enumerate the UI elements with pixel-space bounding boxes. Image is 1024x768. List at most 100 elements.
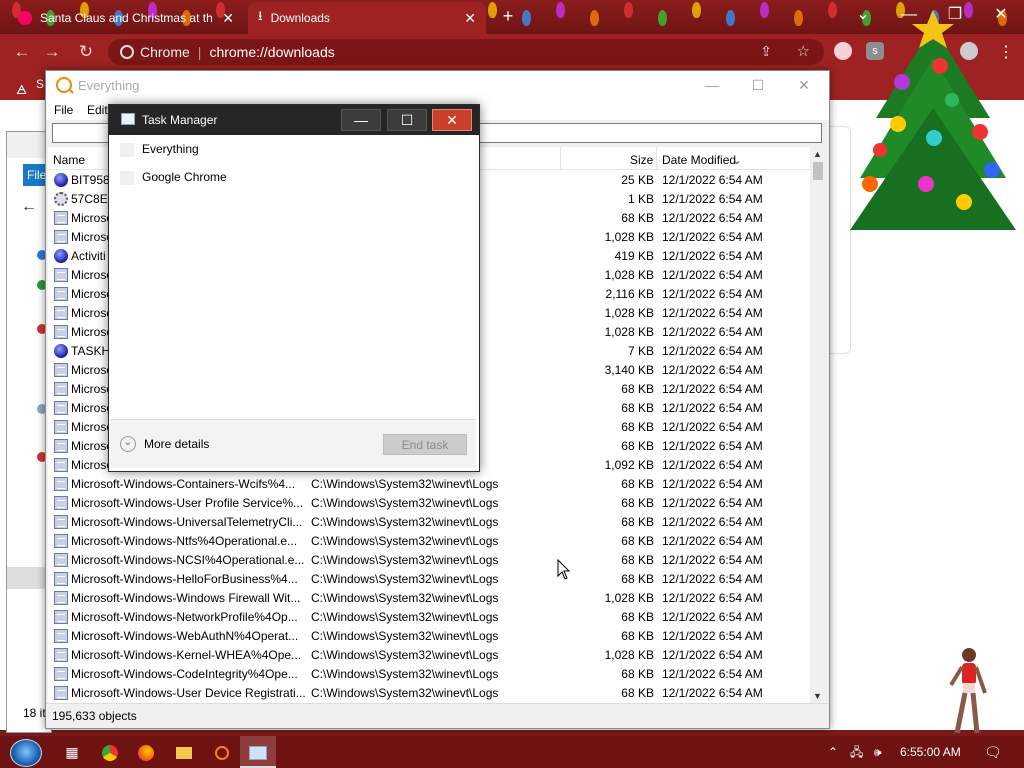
table-row[interactable]: Microsoft-Windows-WebAuthN%4Operat... C:\… <box>48 627 810 646</box>
download-icon: ⭳ <box>258 8 263 23</box>
tab-close-icon[interactable]: ✕ <box>464 10 476 27</box>
chrome-taskbar-icon[interactable] <box>92 736 128 768</box>
row-path: C:\Windows\System32\winevt\Logs <box>311 629 499 643</box>
forward-arrow-icon[interactable]: → <box>42 42 62 62</box>
row-size: 68 KB <box>621 401 654 415</box>
row-date: 12/1/2022 6:54 AM <box>662 458 763 472</box>
task-manager-taskbar-icon[interactable] <box>240 736 276 768</box>
table-row[interactable]: Microsoft-Windows-Kernel-WHEA%4Ope... C:\… <box>48 646 810 665</box>
log-file-icon <box>54 363 68 377</box>
column-name[interactable]: Name <box>53 153 85 167</box>
row-size: 7 KB <box>627 344 654 358</box>
log-file-icon <box>54 648 68 662</box>
row-size: 68 KB <box>621 610 654 624</box>
bookmark-star-icon[interactable]: ☆ <box>797 42 810 60</box>
network-icon[interactable]: 🖧 <box>850 736 863 768</box>
file-explorer-taskbar-icon[interactable] <box>166 736 202 768</box>
row-date: 12/1/2022 6:54 AM <box>662 496 763 510</box>
table-row[interactable]: Microsoft-Windows-HelloForBusiness%4... C… <box>48 570 810 589</box>
row-path: C:\Windows\System32\winevt\Logs <box>311 496 499 510</box>
row-path: C:\Windows\System32\winevt\Logs <box>311 572 499 586</box>
notifications-icon[interactable]: 🗨 <box>984 736 1002 768</box>
table-row[interactable]: Microsoft-Windows-Containers-Wcifs%4... C… <box>48 475 810 494</box>
log-file-icon <box>54 686 68 700</box>
row-date: 12/1/2022 6:54 AM <box>662 192 763 206</box>
start-button[interactable] <box>10 739 42 767</box>
menu-edit[interactable]: Edit <box>87 103 108 117</box>
firefox-taskbar-icon[interactable] <box>128 736 164 768</box>
everything-taskbar-icon[interactable] <box>204 736 240 768</box>
table-row[interactable]: Microsoft-Windows-CodeIntegrity%4Ope... C… <box>48 665 810 684</box>
task-manager-window[interactable]: Task Manager — ☐ ✕ Everything Google Chr… <box>108 104 480 472</box>
table-row[interactable]: Microsoft-Windows-User Profile Service%.… <box>48 494 810 513</box>
row-size: 68 KB <box>621 420 654 434</box>
app-file-icon <box>54 249 68 263</box>
reload-icon[interactable]: ↻ <box>76 42 96 62</box>
row-date: 12/1/2022 6:54 AM <box>662 211 763 225</box>
maximize-button[interactable]: ☐ <box>738 73 778 97</box>
more-details-label: More details <box>144 437 210 451</box>
column-date-modified[interactable]: Date Modified <box>662 153 736 167</box>
new-tab-button[interactable]: + <box>498 6 518 27</box>
log-file-icon <box>54 401 68 415</box>
log-file-icon <box>54 439 68 453</box>
scroll-thumb[interactable] <box>813 162 823 180</box>
table-row[interactable]: Microsoft-Windows-Windows Firewall Wit..… <box>48 589 810 608</box>
share-icon[interactable]: ⇪ <box>760 43 772 60</box>
row-size: 68 KB <box>621 515 654 529</box>
task-item-google-chrome[interactable]: Google Chrome <box>120 166 227 188</box>
row-size: 68 KB <box>621 211 654 225</box>
table-row[interactable]: Microsoft-Windows-Ntfs%4Operational.e...… <box>48 532 810 551</box>
taskbar-clock[interactable]: 6:55:00 AM <box>900 745 961 759</box>
scroll-up-icon[interactable]: ▲ <box>813 149 822 159</box>
row-size: 68 KB <box>621 477 654 491</box>
row-path: C:\Windows\System32\winevt\Logs <box>311 610 499 624</box>
log-file-icon <box>54 572 68 586</box>
row-path: C:\Windows\System32\winevt\Logs <box>311 515 499 529</box>
table-row[interactable]: Microsoft-Windows-NCSI%4Operational.e...… <box>48 551 810 570</box>
more-details-button[interactable]: ⌄ More details <box>120 436 209 452</box>
task-manager-footer: ⌄ More details End task <box>110 419 476 468</box>
maximize-button[interactable]: ☐ <box>387 109 427 131</box>
back-arrow-icon[interactable]: ← <box>21 198 37 216</box>
back-arrow-icon[interactable]: ← <box>12 42 32 62</box>
minimize-button[interactable]: — <box>692 73 732 97</box>
minimize-button[interactable]: — <box>341 109 381 131</box>
row-date: 12/1/2022 6:54 AM <box>662 572 763 586</box>
column-size[interactable]: Size <box>630 153 653 167</box>
show-hidden-icons-chevron-icon[interactable]: ⌃ <box>828 736 838 768</box>
menu-file[interactable]: File <box>54 103 73 117</box>
everything-logo-icon <box>56 77 72 93</box>
task-manager-titlebar: Task Manager — ☐ ✕ <box>109 105 479 135</box>
url-text: chrome://downloads <box>209 44 335 60</box>
row-size: 1,028 KB <box>604 648 654 662</box>
volume-icon[interactable]: 🕪 <box>874 736 882 768</box>
log-file-icon <box>54 325 68 339</box>
close-button[interactable]: ✕ <box>432 109 472 131</box>
tab-close-icon[interactable]: ✕ <box>222 10 234 27</box>
tab-santa-claus[interactable]: Santa Claus and Christmas at th ✕ <box>8 2 244 34</box>
column-divider[interactable] <box>560 147 561 169</box>
table-row[interactable]: Microsoft-Windows-UniversalTelemetryCli.… <box>48 513 810 532</box>
tab-title: Downloads <box>270 11 330 25</box>
task-view-icon[interactable]: ▦ <box>54 736 90 768</box>
bookmark-item-icon[interactable]: 🜁 <box>16 76 27 102</box>
column-divider[interactable] <box>656 147 657 169</box>
task-label: Google Chrome <box>142 170 227 184</box>
scroll-down-icon[interactable]: ▼ <box>813 691 822 701</box>
app-icon <box>120 142 134 157</box>
end-task-button[interactable]: End task <box>383 434 467 455</box>
address-bar[interactable]: Chrome | chrome://downloads ⇪ ☆ <box>108 39 824 65</box>
task-manager-title: Task Manager <box>142 113 218 127</box>
log-file-icon <box>54 458 68 472</box>
table-row[interactable]: Microsoft-Windows-User Device Registrati… <box>48 684 810 703</box>
bookmark-item-label[interactable]: S <box>36 77 44 91</box>
task-item-everything[interactable]: Everything <box>120 138 199 160</box>
row-path: C:\Windows\System32\winevt\Logs <box>311 477 499 491</box>
app-icon <box>120 170 134 185</box>
row-date: 12/1/2022 6:54 AM <box>662 287 763 301</box>
vertical-scrollbar[interactable]: ▲ ▼ <box>810 147 826 703</box>
tab-downloads[interactable]: ⭳ Downloads ✕ <box>248 2 486 34</box>
table-row[interactable]: Microsoft-Windows-NetworkProfile%4Op... C… <box>48 608 810 627</box>
close-button[interactable]: ✕ <box>784 73 824 97</box>
